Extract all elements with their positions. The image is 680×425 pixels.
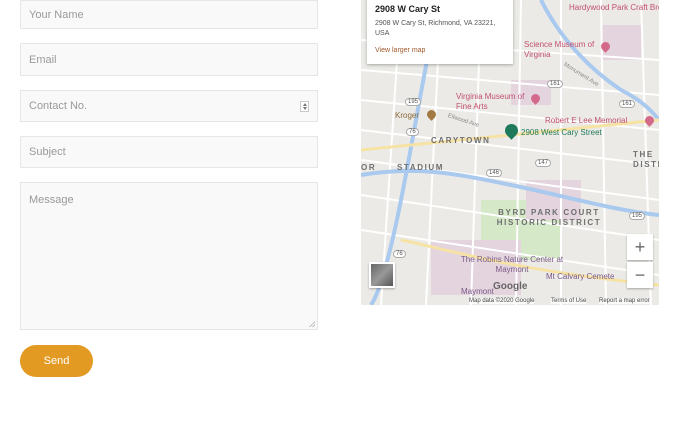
- route-shield: 147: [535, 159, 552, 167]
- route-shield: 76: [406, 128, 419, 136]
- or-label: OR: [361, 163, 377, 172]
- name-input[interactable]: [21, 1, 317, 28]
- the-dist-label: THE DISTR: [633, 150, 659, 169]
- mt-calvary-label: Mt Calvary Cemete: [546, 272, 615, 281]
- maymont-label: Maymont: [461, 287, 494, 296]
- message-textarea[interactable]: [21, 183, 317, 329]
- route-shield: 76: [393, 250, 406, 258]
- resize-handle-icon[interactable]: [309, 321, 315, 327]
- subject-input[interactable]: [21, 137, 317, 167]
- stadium-label: STADIUM: [397, 163, 445, 172]
- view-larger-map-link[interactable]: View larger map: [375, 47, 425, 54]
- route-shield: 195: [405, 98, 422, 106]
- report-error-link[interactable]: Report a map error: [599, 298, 650, 304]
- terms-link[interactable]: Terms of Use: [551, 298, 587, 304]
- number-spinner-icon[interactable]: [300, 101, 309, 112]
- zoom-out-button[interactable]: −: [627, 262, 653, 288]
- map-data-text: Map data ©2020 Google: [469, 298, 535, 304]
- info-address: 2908 W Cary St, Richmond, VA 23221, USA: [375, 20, 496, 37]
- subject-field[interactable]: [20, 136, 318, 168]
- route-shield: 161: [619, 100, 636, 108]
- info-title: 2908 W Cary St: [375, 4, 441, 14]
- map-embed[interactable]: Hardywood Park Craft Brewery - Richmond …: [361, 0, 659, 305]
- byrd-park-label: BYRD PARK COURT HISTORIC DISTRICT: [496, 208, 602, 227]
- contact-input[interactable]: [21, 91, 317, 121]
- science-museum-label: Science Museum of Virginia: [524, 40, 595, 59]
- google-logo: Google: [493, 281, 528, 292]
- email-input[interactable]: [21, 44, 317, 75]
- vmfa-label: Virginia Museum of Fine Arts: [456, 92, 525, 111]
- kroger-label: Kroger: [395, 111, 420, 120]
- route-shield: 146: [486, 169, 503, 177]
- hardywood-label: Hardywood Park Craft Brewery - Richmond: [569, 3, 659, 12]
- contact-field[interactable]: [20, 90, 318, 122]
- map-info-window: 2908 W Cary St 2908 W Cary St, Richmond,…: [367, 0, 513, 64]
- carytown-label: CARYTOWN: [431, 136, 491, 145]
- robert-e-lee-label: Robert E Lee Memorial: [545, 116, 628, 125]
- route-shield: 161: [547, 80, 564, 88]
- name-field[interactable]: [20, 0, 318, 29]
- email-field[interactable]: [20, 43, 318, 76]
- satellite-toggle[interactable]: [369, 262, 395, 288]
- route-shield: 195: [629, 212, 646, 220]
- zoom-in-button[interactable]: +: [627, 234, 653, 260]
- send-button[interactable]: Send: [20, 345, 93, 377]
- pin-address-label: 2908 West Cary Street: [521, 128, 602, 137]
- message-field[interactable]: [20, 182, 318, 330]
